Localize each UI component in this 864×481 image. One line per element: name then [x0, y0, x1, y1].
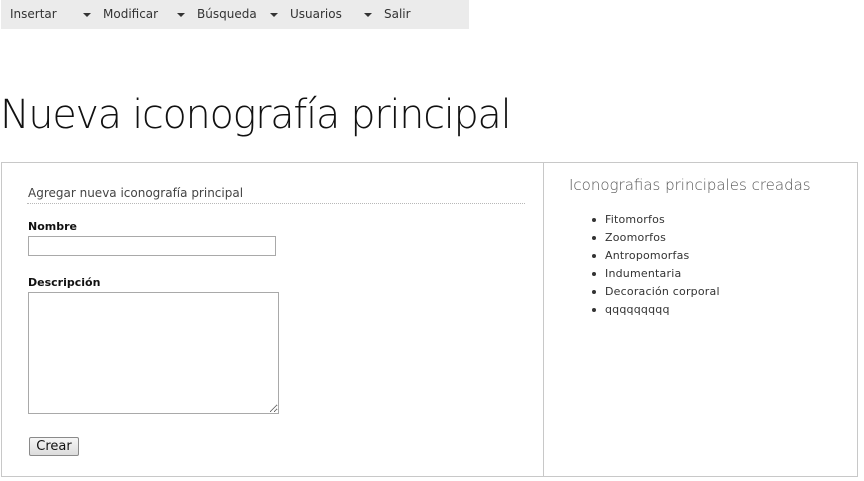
caret-down-icon — [270, 13, 278, 17]
menu-item-insertar[interactable]: Insertar — [10, 0, 96, 29]
descripcion-textarea[interactable] — [28, 292, 279, 414]
column-divider — [543, 163, 544, 476]
menu-item-label: Modificar — [103, 7, 159, 21]
nombre-label: Nombre — [28, 220, 77, 233]
list-item-label: Zoomorfos — [605, 231, 667, 244]
list-item: Antropomorfas — [592, 249, 720, 267]
caret-down-icon — [364, 13, 372, 17]
list-item: qqqqqqqqq — [592, 303, 720, 321]
menu-item-modificar[interactable]: Modificar — [103, 0, 189, 29]
caret-down-icon — [177, 13, 185, 17]
bullet-icon — [592, 218, 596, 222]
content-panel: Agregar nueva iconografía principal Nomb… — [1, 162, 858, 477]
menu-item-label: Usuarios — [290, 7, 342, 21]
list-item: Indumentaria — [592, 267, 720, 285]
bullet-icon — [592, 308, 596, 312]
list-item-label: Decoración corporal — [605, 285, 720, 298]
list-item: Fitomorfos — [592, 213, 720, 231]
caret-down-icon — [83, 13, 91, 17]
top-menu-bar: Insertar Modificar Búsqueda Usuarios Sal… — [1, 0, 469, 29]
sidebar-heading: Iconografias principales creadas — [569, 176, 811, 194]
menu-item-busqueda[interactable]: Búsqueda — [197, 0, 283, 29]
page-title: Nueva iconografía principal — [0, 92, 512, 138]
list-item: Zoomorfos — [592, 231, 720, 249]
descripcion-label: Descripción — [28, 276, 101, 289]
nombre-input[interactable] — [28, 236, 276, 256]
menu-item-label: Búsqueda — [197, 7, 257, 21]
list-item-label: Antropomorfas — [605, 249, 690, 262]
bullet-icon — [592, 254, 596, 258]
list-item: Decoración corporal — [592, 285, 720, 303]
list-item-label: qqqqqqqqq — [605, 303, 670, 316]
menu-item-usuarios[interactable]: Usuarios — [290, 0, 376, 29]
list-item-label: Fitomorfos — [605, 213, 665, 226]
crear-button[interactable]: Crear — [29, 437, 79, 456]
menu-item-salir[interactable]: Salir — [384, 0, 424, 29]
iconografia-list: Fitomorfos Zoomorfos Antropomorfas Indum… — [592, 213, 720, 321]
bullet-icon — [592, 272, 596, 276]
legend-divider — [27, 203, 525, 204]
form-legend: Agregar nueva iconografía principal — [28, 186, 244, 200]
bullet-icon — [592, 290, 596, 294]
bullet-icon — [592, 236, 596, 240]
menu-item-label: Salir — [384, 7, 411, 21]
list-item-label: Indumentaria — [605, 267, 682, 280]
menu-item-label: Insertar — [10, 7, 57, 21]
